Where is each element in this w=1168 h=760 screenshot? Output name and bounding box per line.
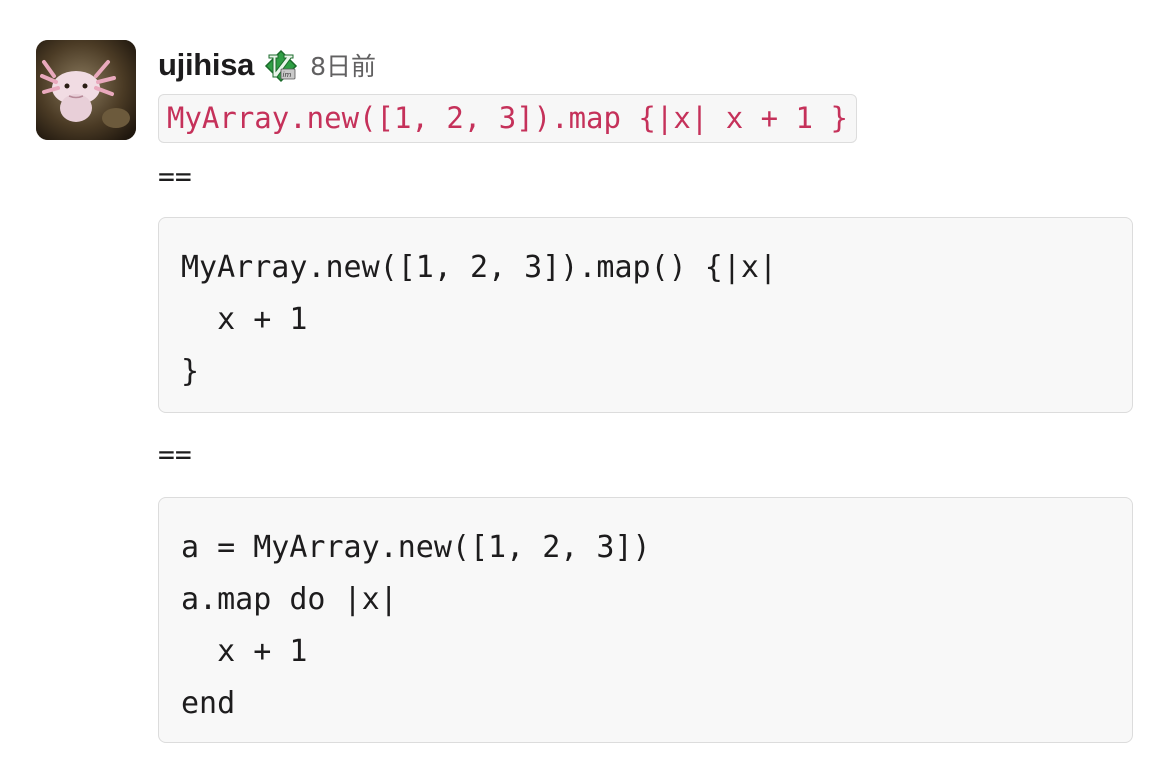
svg-text:im: im [283, 71, 292, 79]
code-line: x + 1 [181, 634, 308, 669]
separator-text: == [158, 438, 192, 471]
code-line: end [181, 686, 236, 721]
code-line: a = MyArray.new([1, 2, 3]) [181, 530, 651, 565]
inline-code: MyArray.new([1, 2, 3]).map {|x| x + 1 } [158, 94, 857, 143]
code-line: x + 1 [181, 302, 308, 337]
chat-message: ujihisa im 8日前 MyArray.new([1, 2, 3]).ma… [36, 40, 1138, 743]
timestamp[interactable]: 8日前 [310, 47, 376, 83]
separator-text: == [158, 160, 192, 193]
code-line: MyArray.new([1, 2, 3]).map() {|x| [181, 250, 778, 285]
vim-icon: im [265, 49, 298, 83]
axolotl-avatar-image [36, 40, 136, 140]
avatar[interactable] [36, 40, 136, 140]
message-header: ujihisa im 8日前 [158, 40, 1138, 90]
message-content: ujihisa im 8日前 MyArray.new([1, 2, 3]).ma… [158, 40, 1138, 743]
username[interactable]: ujihisa [158, 47, 254, 83]
code-line: a.map do |x| [181, 582, 398, 617]
code-line: } [181, 354, 200, 389]
code-block-1: MyArray.new([1, 2, 3]).map() {|x| x + 1 … [158, 217, 1133, 413]
code-block-2: a = MyArray.new([1, 2, 3]) a.map do |x| … [158, 497, 1133, 743]
